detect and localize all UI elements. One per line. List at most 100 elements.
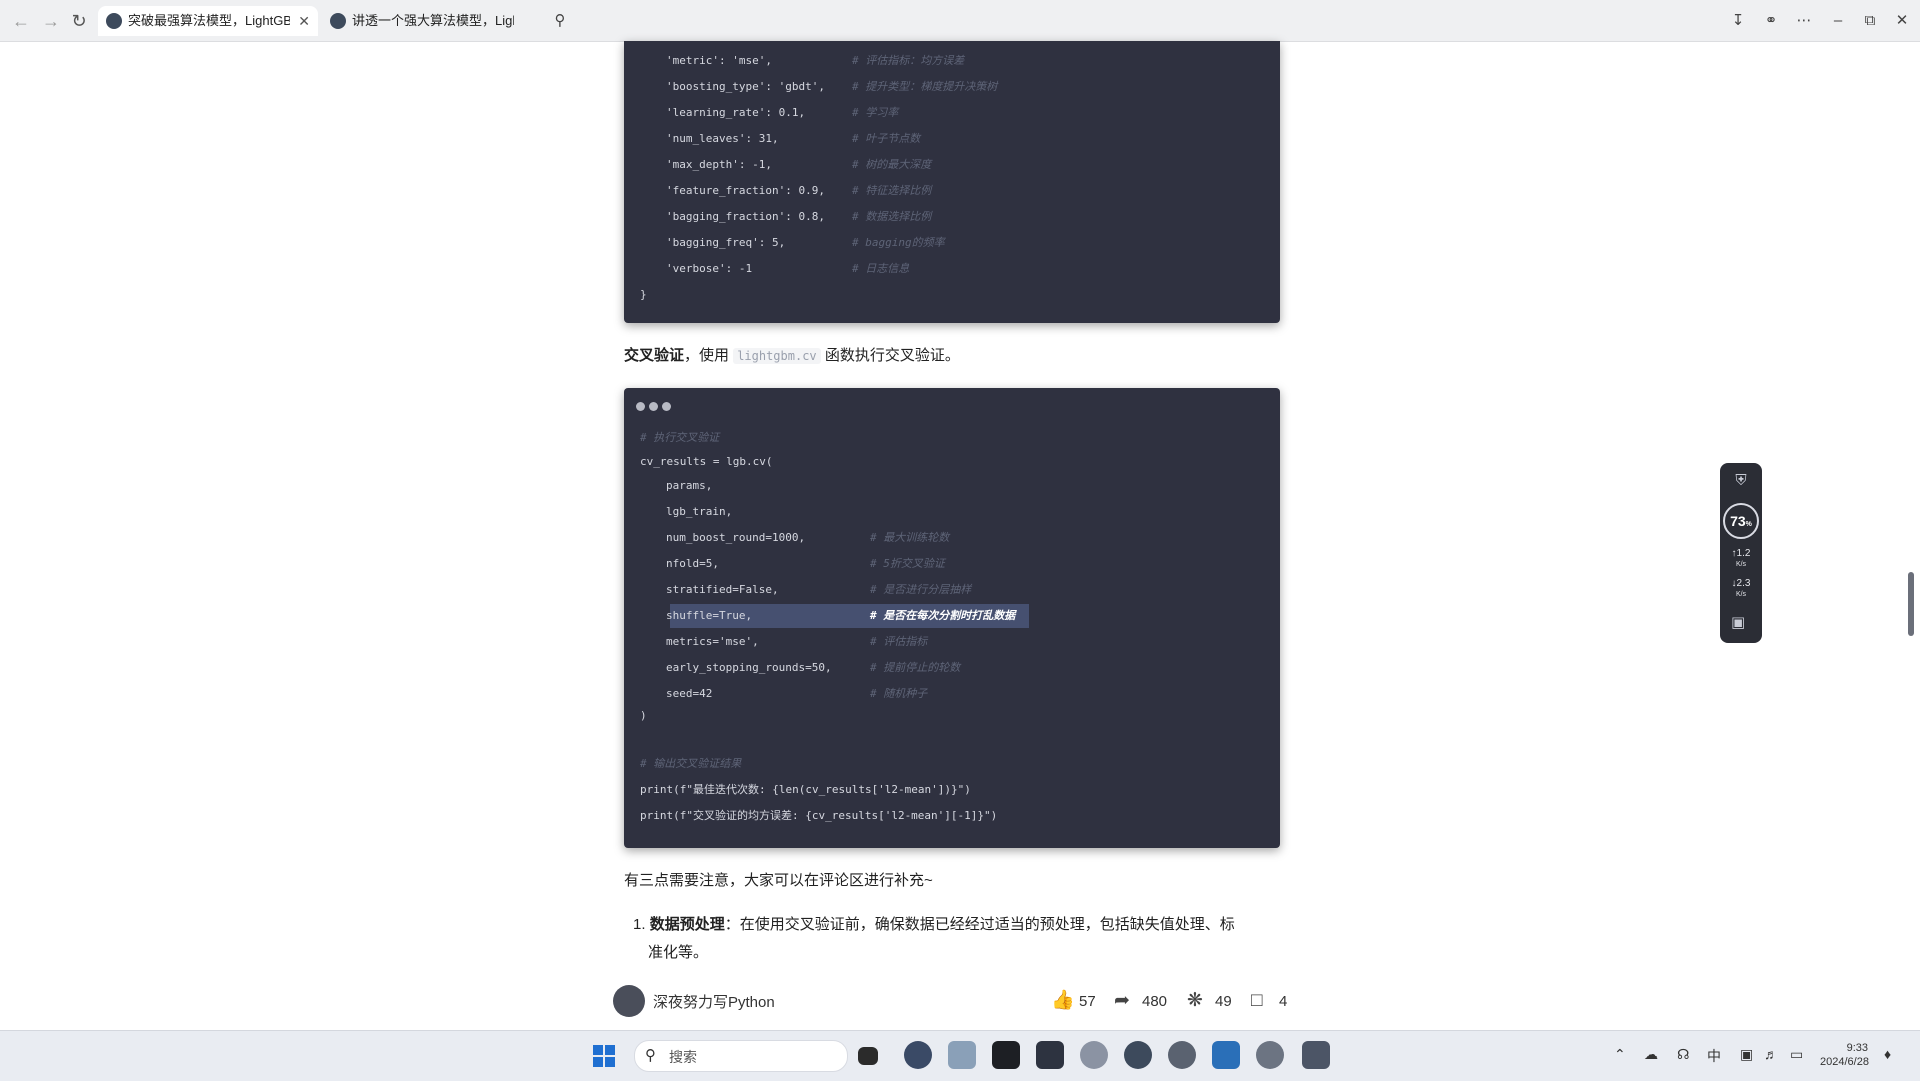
code-line: 'learning_rate': 0.1, xyxy=(666,106,806,119)
code-comment: # 随机种子 xyxy=(870,687,928,700)
list-item-text: ：在使用交叉验证前，确保数据已经经过适当的预处理，包括缺失值处理、标 xyxy=(724,916,1235,933)
code-comment: # 输出交叉验证结果 xyxy=(640,757,742,770)
minimize-icon[interactable]: – xyxy=(1826,9,1850,33)
code-arg-line: nfold=5, xyxy=(666,557,719,570)
list-item-continuation: 准化等。 xyxy=(648,944,709,961)
usage-percent-ring: 73% xyxy=(1723,503,1759,539)
clock-date: 2024/6/28 xyxy=(1820,1056,1869,1068)
terminal-icon[interactable] xyxy=(992,1041,1020,1069)
like-button[interactable]: 👍 57 xyxy=(1051,990,1096,1012)
cv-text-after: 函数执行交叉验证。 xyxy=(820,347,960,364)
battery-icon[interactable]: ▭ xyxy=(1790,1046,1803,1063)
download-icon[interactable]: ↧ xyxy=(1726,9,1750,33)
code-line: 'bagging_freq': 5, xyxy=(666,236,786,249)
reload-icon[interactable]: ↻ xyxy=(66,8,92,34)
window-app-icon[interactable] xyxy=(1036,1041,1064,1069)
chevron-up-icon[interactable]: ⌃ xyxy=(1614,1046,1626,1063)
code-line: 'metric': 'mse', xyxy=(666,54,772,67)
translate-globe-icon[interactable]: ⚭ xyxy=(1759,9,1783,33)
code-comment: # 评估指标 xyxy=(870,635,928,648)
comment-count: 4 xyxy=(1279,993,1288,1010)
code-arg-line: seed=42 xyxy=(666,687,713,700)
code-arg-line: lgb_train, xyxy=(666,505,733,518)
code-arg-line: stratified=False, xyxy=(666,583,779,596)
list-number: 1. xyxy=(633,916,646,933)
windows-start-icon[interactable] xyxy=(593,1045,615,1067)
code-arg-line: early_stopping_rounds=50, xyxy=(666,661,832,674)
author-name[interactable]: 深夜努力写Python xyxy=(653,991,775,1012)
code-block-params: 'metric': 'mse', # 评估指标：均方误差 'boosting_typ… xyxy=(624,41,1280,323)
code-line: 'max_depth': -1, xyxy=(666,158,772,171)
code-block-cv: # 执行交叉验证 cv_results = lgb.cv( params, lgb… xyxy=(624,388,1280,848)
favorite-count: 49 xyxy=(1215,993,1232,1010)
tab-2[interactable]: 讲透一个强大算法模型，LightGBM xyxy=(322,6,542,36)
file-explorer-icon[interactable] xyxy=(948,1041,976,1069)
share-count: 480 xyxy=(1142,993,1168,1010)
code-comment: # 提前停止的轮数 xyxy=(870,661,961,674)
code-arg-line: num_boost_round=1000, xyxy=(666,531,806,544)
tab-1-title: 突破最强算法模型，LightGBM xyxy=(128,13,290,28)
favorite-button[interactable]: ❋ 49 xyxy=(1187,990,1232,1012)
cv-heading-bold: 交叉验证 xyxy=(624,347,685,364)
code-closing-paren: ) xyxy=(640,709,647,722)
code-arg-line: shuffle=True, xyxy=(666,609,753,622)
search-icon: ⚲ xyxy=(645,1047,656,1064)
download-speed: ↓2.3 K/s xyxy=(1731,578,1751,599)
microphone-icon[interactable]: ☊ xyxy=(1677,1046,1689,1063)
thumbs-up-icon: 👍 xyxy=(1051,990,1075,1011)
page-scrollbar-thumb[interactable] xyxy=(1908,572,1914,636)
code-line: 'verbose': -1 xyxy=(666,262,753,275)
share-button[interactable]: ➦ 480 xyxy=(1114,990,1167,1012)
ime-indicator[interactable]: 中 xyxy=(1707,1046,1721,1066)
more-menu-icon[interactable]: ⋯ xyxy=(1792,9,1816,33)
code-print-line: print(f"交叉验证的均方误差: {cv_results['l2-mean'… xyxy=(640,809,998,822)
upload-speed: ↑1.2 K/s xyxy=(1731,548,1751,569)
volume-icon[interactable]: ♬ xyxy=(1764,1046,1778,1062)
like-count: 57 xyxy=(1079,993,1096,1010)
code-closing-brace: } xyxy=(640,288,647,301)
vscode-icon[interactable] xyxy=(1212,1041,1240,1069)
network-icon[interactable]: ▣ xyxy=(1740,1046,1753,1063)
forward-icon[interactable]: → xyxy=(38,8,64,34)
cloud-app-icon[interactable] xyxy=(1080,1041,1108,1069)
notification-bell-icon[interactable]: ♦ xyxy=(1884,1046,1891,1062)
tab-1[interactable]: 突破最强算法模型，LightGBM ✕ xyxy=(98,6,318,36)
close-tab-icon[interactable]: ✕ xyxy=(298,6,310,36)
notice-text: 有三点需要注意，大家可以在评论区进行补充~ xyxy=(624,872,933,889)
code-comment: # 执行交叉验证 xyxy=(640,431,720,444)
restore-icon[interactable]: ⧉ xyxy=(1858,9,1882,33)
share-icon: ➦ xyxy=(1114,990,1130,1011)
back-icon[interactable]: ← xyxy=(8,8,34,34)
task-view-icon[interactable] xyxy=(858,1047,878,1065)
tab-search-icon[interactable]: ⚲ xyxy=(548,9,572,33)
code-arg-line: params, xyxy=(666,479,713,492)
camera-icon[interactable]: ▣ xyxy=(1731,613,1745,631)
code-comment: # 树的最大深度 xyxy=(852,158,932,171)
code-line: 'feature_fraction': 0.9, xyxy=(666,184,825,197)
code-line: 'boosting_type': 'gbdt', xyxy=(666,80,825,93)
browser-app-icon[interactable] xyxy=(904,1041,932,1069)
code-comment: # 学习率 xyxy=(852,106,899,119)
site-favicon-icon xyxy=(330,13,346,29)
network-monitor-widget[interactable]: ⛨ 73% ↑1.2 K/s ↓2.3 K/s ▣ xyxy=(1720,463,1762,643)
code-comment: # 数据选择比例 xyxy=(852,210,932,223)
code-comment: # 是否进行分层抽样 xyxy=(870,583,972,596)
taskbar-search-label: 搜索 xyxy=(669,1049,697,1065)
code-comment: # 是否在每次分割时打乱数据 xyxy=(870,609,1016,622)
list-item-bold: 数据预处理 xyxy=(649,916,725,933)
tab-2-title: 讲透一个强大算法模型，LightGBM xyxy=(352,13,514,28)
taskbar-search[interactable]: ⚲ 搜索 xyxy=(634,1040,848,1072)
code-line: 'bagging_fraction': 0.8, xyxy=(666,210,825,223)
comment-button[interactable]: □ 4 xyxy=(1251,990,1287,1012)
taskbar-clock[interactable]: 9:33 2024/6/28 xyxy=(1820,1041,1869,1069)
onedrive-icon[interactable]: ☁ xyxy=(1644,1046,1658,1063)
remote-desktop-icon[interactable] xyxy=(1302,1041,1330,1069)
code-comment: # 最大训练轮数 xyxy=(870,531,950,544)
chrome-icon[interactable] xyxy=(1168,1041,1196,1069)
browser-app-icon-2[interactable] xyxy=(1124,1041,1152,1069)
author-avatar[interactable] xyxy=(613,985,645,1017)
close-window-icon[interactable]: ✕ xyxy=(1890,9,1914,33)
app-icon[interactable] xyxy=(1256,1041,1284,1069)
cv-text-before: ，使用 xyxy=(684,347,734,364)
site-favicon-icon xyxy=(106,13,122,29)
